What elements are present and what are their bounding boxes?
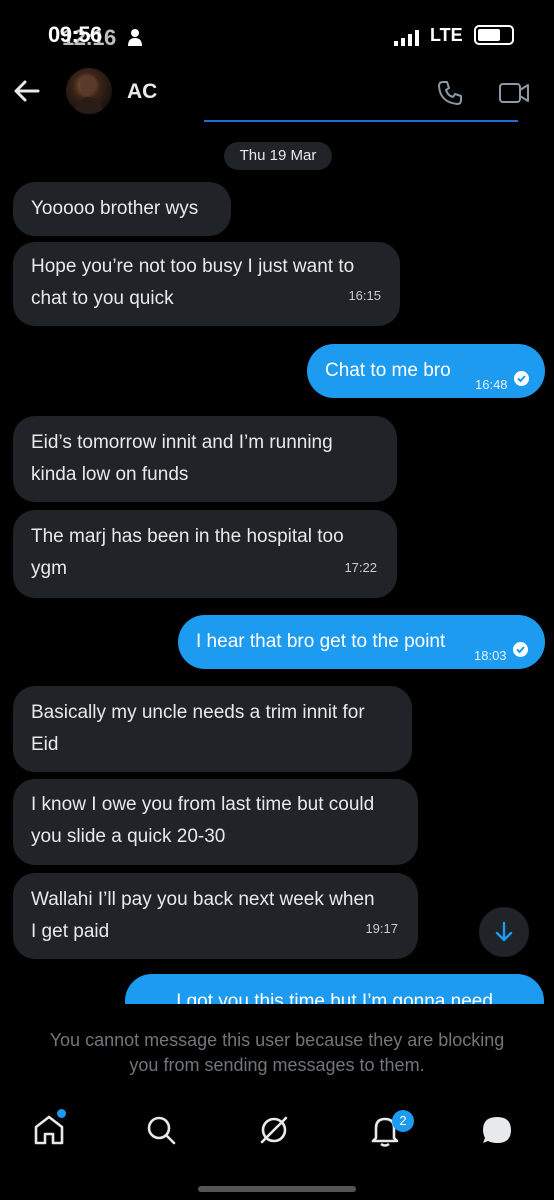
message-time: 17:22 bbox=[344, 560, 377, 575]
read-check-icon bbox=[514, 371, 529, 386]
person-icon bbox=[128, 29, 142, 46]
message-outgoing[interactable]: I got you this time but I’m gonna need bbox=[125, 974, 544, 1004]
message-outgoing[interactable]: Chat to me bro 16:48 bbox=[307, 344, 545, 398]
back-arrow-icon[interactable] bbox=[12, 76, 42, 106]
home-icon[interactable] bbox=[32, 1113, 66, 1147]
scroll-to-bottom-button[interactable] bbox=[479, 907, 529, 957]
message-incoming[interactable]: Basically my uncle needs a trim innit fo… bbox=[13, 686, 412, 772]
message-incoming[interactable]: Eid’s tomorrow innit and I’m running kin… bbox=[13, 416, 397, 502]
messages-icon[interactable] bbox=[480, 1113, 514, 1147]
message-text: Eid bbox=[31, 734, 59, 755]
message-text: Eid’s tomorrow innit and I’m running bbox=[31, 432, 333, 453]
message-outgoing[interactable]: I hear that bro get to the point 18:03 bbox=[178, 615, 545, 669]
home-indicator bbox=[198, 1186, 356, 1192]
avatar-image bbox=[74, 75, 104, 114]
message-text: I get paid bbox=[31, 921, 110, 942]
message-text: kinda low on funds bbox=[31, 464, 189, 485]
contact-name[interactable]: AC bbox=[127, 80, 157, 104]
message-time: 19:17 bbox=[365, 921, 398, 936]
read-check-icon bbox=[513, 642, 528, 657]
message-time: 16:15 bbox=[348, 288, 381, 303]
message-text: Wallahi I’ll pay you back next week when bbox=[31, 889, 375, 910]
notifications-badge: 2 bbox=[392, 1110, 414, 1132]
header-divider bbox=[204, 120, 518, 122]
search-icon[interactable] bbox=[144, 1113, 178, 1147]
message-incoming[interactable]: Wallahi I’ll pay you back next week when… bbox=[13, 873, 418, 959]
phone-icon[interactable] bbox=[436, 79, 464, 107]
message-incoming[interactable]: Yooooo brother wys bbox=[13, 182, 231, 236]
video-call-icon[interactable] bbox=[498, 80, 530, 106]
message-incoming[interactable]: I know I owe you from last time but coul… bbox=[13, 779, 418, 865]
message-text: Hope you’re not too busy I just want to bbox=[31, 256, 355, 277]
date-separator: Thu 19 Mar bbox=[224, 142, 332, 170]
grok-icon[interactable] bbox=[257, 1113, 291, 1147]
battery-level bbox=[478, 29, 500, 41]
message-text: you slide a quick 20-30 bbox=[31, 826, 226, 847]
status-bar: 09:56 12:16 LTE bbox=[0, 0, 554, 70]
message-incoming[interactable]: The marj has been in the hospital too yg… bbox=[13, 510, 397, 598]
message-text: The marj has been in the hospital too bbox=[31, 526, 344, 547]
message-clip-area: I got you this time but I’m gonna need bbox=[0, 972, 554, 1004]
message-time: 16:48 bbox=[475, 377, 508, 392]
network-type: LTE bbox=[430, 25, 463, 45]
message-time: 18:03 bbox=[474, 648, 507, 663]
signal-icon bbox=[394, 30, 419, 46]
message-incoming[interactable]: Hope you’re not too busy I just want to … bbox=[13, 242, 400, 326]
message-text: I got you this time but I’m gonna need bbox=[176, 991, 493, 1004]
message-text: I know I owe you from last time but coul… bbox=[31, 794, 375, 815]
message-text: ygm bbox=[31, 558, 67, 579]
message-text: chat to you quick bbox=[31, 288, 174, 309]
blocked-notice: You cannot message this user because the… bbox=[49, 1030, 505, 1075]
message-text: Yooooo brother wys bbox=[31, 198, 199, 219]
status-time-overlap: 12:16 bbox=[62, 25, 116, 50]
message-text: Basically my uncle needs a trim innit fo… bbox=[31, 702, 365, 723]
arrow-down-icon bbox=[495, 921, 513, 942]
avatar[interactable] bbox=[66, 68, 112, 114]
status-time: 09:56 12:16 bbox=[48, 22, 116, 50]
